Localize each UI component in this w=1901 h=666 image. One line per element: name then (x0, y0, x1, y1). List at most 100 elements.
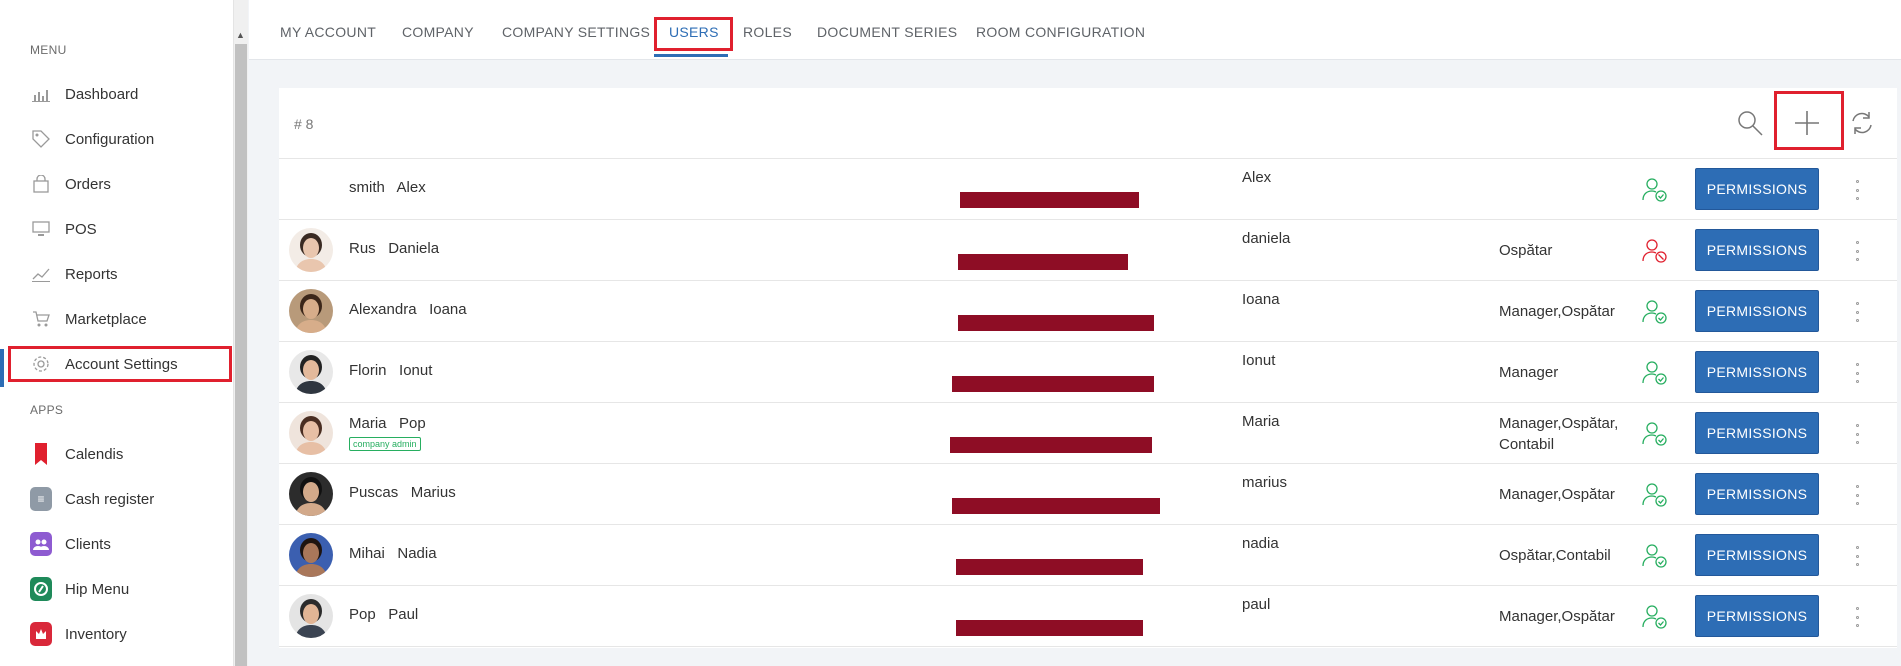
scrollbar-thumb[interactable] (235, 44, 247, 666)
users-card-header: # 8 (279, 88, 1897, 159)
sidebar-item-dashboard[interactable]: Dashboard (8, 76, 232, 112)
more-options-icon[interactable] (1852, 546, 1862, 566)
refresh-button[interactable] (1842, 103, 1882, 143)
permissions-button[interactable]: PERMISSIONS (1695, 534, 1819, 576)
username: paul (1242, 596, 1271, 613)
app-root: MENU Dashboard Configuration Orders POS (0, 0, 1901, 666)
gear-icon (30, 353, 52, 375)
company-admin-badge: company admin (349, 437, 421, 451)
table-row: Maria Pop company admin Maria Manager,Ospăt… (279, 403, 1897, 464)
table-row: Rus Daniela daniela Ospătar PERMISSIONS (279, 220, 1897, 281)
user-last-name: Nadia (397, 545, 437, 562)
hip-menu-icon (30, 577, 52, 601)
user-active-icon[interactable] (1642, 299, 1668, 325)
sidebar-item-label: Configuration (65, 130, 155, 148)
sidebar-item-pos[interactable]: POS (8, 211, 232, 247)
avatar (289, 594, 333, 638)
apps-section-title: APPS (30, 403, 64, 417)
cash-register-icon: ≡ (30, 487, 52, 511)
sidebar-app-cash-register[interactable]: ≡ Cash register (8, 481, 232, 517)
monitor-icon (30, 218, 52, 240)
tab-roles[interactable]: ROLES (743, 24, 792, 40)
more-options-icon[interactable] (1852, 363, 1862, 383)
tab-document-series[interactable]: DOCUMENT SERIES (817, 24, 957, 40)
sidebar-app-hip-menu[interactable]: Hip Menu (8, 571, 232, 607)
user-full-name[interactable]: Maria Pop (349, 415, 426, 432)
users-icon (30, 532, 52, 556)
more-options-icon[interactable] (1852, 241, 1862, 261)
permissions-button[interactable]: PERMISSIONS (1695, 351, 1819, 393)
user-full-name[interactable]: smith Alex (349, 179, 426, 196)
user-active-icon[interactable] (1642, 604, 1668, 630)
more-options-icon[interactable] (1852, 485, 1862, 505)
tab-my-account[interactable]: MY ACCOUNT (280, 24, 376, 40)
user-last-name: Daniela (388, 240, 440, 257)
user-full-name[interactable]: Florin Ionut (349, 362, 432, 379)
search-button[interactable] (1730, 103, 1770, 143)
sidebar-item-label: Clients (65, 535, 111, 553)
menu-section-title: MENU (30, 43, 67, 57)
sidebar-item-label: Calendis (65, 445, 124, 463)
user-first-name: Rus (349, 240, 376, 257)
search-icon (1738, 111, 1763, 136)
user-roles: Manager,Ospătar (1499, 303, 1615, 320)
sidebar-item-reports[interactable]: Reports (8, 256, 232, 292)
user-roles: Manager,Ospătar (1499, 486, 1615, 503)
user-active-icon[interactable] (1642, 177, 1668, 203)
user-last-name: Ioana (429, 301, 467, 318)
sidebar-app-clients[interactable]: Clients (8, 526, 232, 562)
sidebar-item-marketplace[interactable]: Marketplace (8, 301, 232, 337)
permissions-button[interactable]: PERMISSIONS (1695, 168, 1819, 210)
user-active-icon[interactable] (1642, 360, 1668, 386)
table-row: Puscas Marius marius Manager,Ospătar PERMIS… (279, 464, 1897, 525)
sidebar-item-orders[interactable]: Orders (8, 166, 232, 202)
refresh-icon (1852, 112, 1872, 134)
avatar (289, 472, 333, 516)
more-options-icon[interactable] (1852, 424, 1862, 444)
user-active-icon[interactable] (1642, 543, 1668, 569)
tag-icon (30, 128, 52, 150)
more-options-icon[interactable] (1852, 302, 1862, 322)
table-row: Pop Paul paul Manager,Ospătar PERMISSIONS (279, 586, 1897, 647)
permissions-button[interactable]: PERMISSIONS (1695, 290, 1819, 332)
sidebar-item-configuration[interactable]: Configuration (8, 121, 232, 157)
user-inactive-icon[interactable] (1642, 238, 1668, 264)
tab-company-settings[interactable]: COMPANY SETTINGS (502, 24, 650, 40)
sidebar: MENU Dashboard Configuration Orders POS (0, 0, 233, 666)
tab-room-configuration[interactable]: ROOM CONFIGURATION (976, 24, 1145, 40)
user-full-name[interactable]: Pop Paul (349, 606, 418, 623)
user-first-name: Mihai (349, 545, 385, 562)
user-full-name[interactable]: Alexandra Ioana (349, 301, 467, 318)
sidebar-app-calendis[interactable]: Calendis (8, 436, 232, 472)
redacted-email (956, 559, 1143, 575)
more-options-icon[interactable] (1852, 607, 1862, 627)
plus-icon (1795, 111, 1819, 135)
permissions-button[interactable]: PERMISSIONS (1695, 412, 1819, 454)
sidebar-scrollbar[interactable]: ▲ (233, 0, 248, 666)
sidebar-app-inventory[interactable]: Inventory (8, 616, 232, 652)
user-active-icon[interactable] (1642, 482, 1668, 508)
sidebar-item-label: Inventory (65, 625, 127, 643)
redacted-email (952, 498, 1160, 514)
sidebar-item-label: Marketplace (65, 310, 147, 328)
permissions-button[interactable]: PERMISSIONS (1695, 595, 1819, 637)
add-user-button[interactable] (1787, 103, 1827, 143)
permissions-button[interactable]: PERMISSIONS (1695, 473, 1819, 515)
more-options-icon[interactable] (1852, 180, 1862, 200)
redacted-email (960, 192, 1139, 208)
user-full-name[interactable]: Mihai Nadia (349, 545, 437, 562)
user-active-icon[interactable] (1642, 421, 1668, 447)
tab-company[interactable]: COMPANY (402, 24, 474, 40)
scroll-up-icon[interactable]: ▲ (236, 30, 245, 40)
user-first-name: Florin (349, 362, 387, 379)
settings-tabs: MY ACCOUNT COMPANY COMPANY SETTINGS USER… (249, 0, 1901, 60)
user-first-name: Alexandra (349, 301, 417, 318)
user-full-name[interactable]: Rus Daniela (349, 240, 439, 257)
active-indicator (0, 349, 4, 387)
user-first-name: Pop (349, 606, 376, 623)
users-count: # 8 (294, 116, 314, 132)
user-full-name[interactable]: Puscas Marius (349, 484, 456, 501)
redacted-email (958, 315, 1154, 331)
sidebar-item-account-settings[interactable]: Account Settings (8, 346, 232, 382)
permissions-button[interactable]: PERMISSIONS (1695, 229, 1819, 271)
